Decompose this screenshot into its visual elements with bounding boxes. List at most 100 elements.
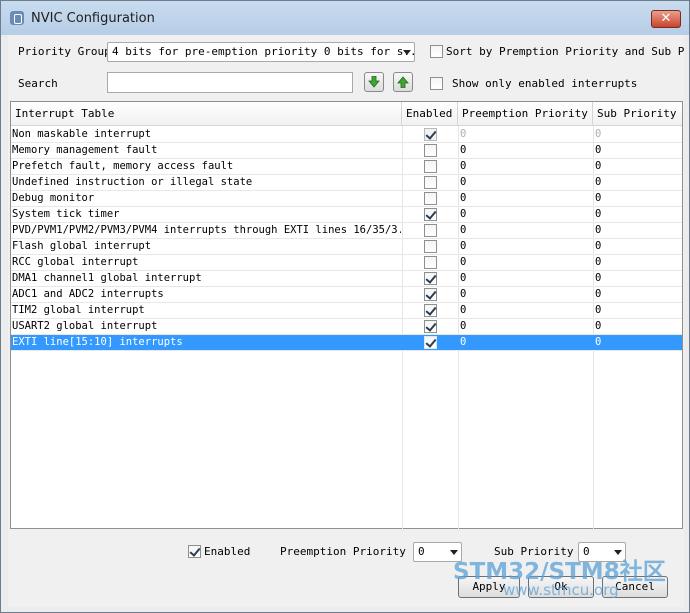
interrupt-enabled-checkbox[interactable] bbox=[424, 224, 437, 237]
sub-priority-cell[interactable]: 0 bbox=[594, 143, 682, 159]
search-next-button[interactable] bbox=[364, 72, 384, 92]
table-row[interactable]: ADC1 and ADC2 interrupts 0 0 bbox=[11, 287, 682, 303]
table-row[interactable]: RCC global interrupt 0 0 bbox=[11, 255, 682, 271]
preemption-priority-cell[interactable]: 0 bbox=[459, 191, 591, 207]
preemption-priority-cell[interactable]: 0 bbox=[459, 303, 591, 319]
interrupt-enabled-checkbox[interactable] bbox=[424, 256, 437, 269]
interrupt-enabled-checkbox[interactable] bbox=[424, 176, 437, 189]
title-bar[interactable]: NVIC Configuration ✕ bbox=[1, 1, 689, 35]
sub-priority-cell[interactable]: 0 bbox=[594, 223, 682, 239]
table-row[interactable]: System tick timer 0 0 bbox=[11, 207, 682, 223]
column-header-enabled[interactable]: Enabled bbox=[402, 102, 458, 126]
show-only-enabled-checkbox[interactable] bbox=[430, 77, 443, 90]
footer-preemption-label: Preemption Priority bbox=[280, 545, 406, 558]
footer-preemption-value: 0 bbox=[418, 545, 425, 558]
preemption-priority-cell[interactable]: 0 bbox=[459, 223, 591, 239]
interrupt-name: Prefetch fault, memory access fault bbox=[12, 160, 234, 172]
interrupt-enabled-checkbox[interactable] bbox=[424, 272, 437, 285]
sub-priority-cell[interactable]: 0 bbox=[594, 319, 682, 335]
interrupt-name: Flash global interrupt bbox=[12, 240, 152, 252]
table-header: Interrupt Table Enabled Preemption Prior… bbox=[11, 102, 682, 126]
preemption-priority-cell[interactable]: 0 bbox=[459, 271, 591, 287]
preemption-priority-cell[interactable]: 0 bbox=[459, 239, 591, 255]
interrupt-name: System tick timer bbox=[12, 208, 120, 220]
preemption-priority-cell: 0 bbox=[460, 128, 467, 140]
priority-group-select[interactable]: 4 bits for pre-emption priority 0 bits f… bbox=[107, 42, 415, 62]
preemption-priority-cell[interactable]: 0 bbox=[459, 143, 591, 159]
dialog-body: Priority Group 4 bits for pre-emption pr… bbox=[8, 35, 684, 607]
green-arrow-up-icon bbox=[397, 76, 409, 88]
sub-priority-cell[interactable]: 0 bbox=[594, 207, 682, 223]
interrupt-enabled-checkbox[interactable] bbox=[424, 336, 437, 349]
preemption-priority-cell[interactable]: 0 bbox=[459, 175, 591, 191]
close-icon: ✕ bbox=[660, 11, 672, 26]
close-button[interactable]: ✕ bbox=[651, 10, 681, 28]
search-input[interactable] bbox=[107, 72, 353, 93]
sub-priority-cell[interactable]: 0 bbox=[594, 271, 682, 287]
sub-priority-cell[interactable]: 0 bbox=[594, 175, 682, 191]
preemption-priority-cell[interactable]: 0 bbox=[459, 159, 591, 175]
table-row[interactable]: TIM2 global interrupt 0 0 bbox=[11, 303, 682, 319]
green-arrow-down-icon bbox=[368, 76, 380, 88]
interrupt-name: PVD/PVM1/PVM2/PVM3/PVM4 interrupts throu… bbox=[12, 224, 401, 236]
column-header-sub-priority[interactable]: Sub Priority bbox=[593, 102, 682, 126]
search-label: Search bbox=[18, 77, 58, 90]
interrupt-table: Interrupt Table Enabled Preemption Prior… bbox=[10, 101, 683, 529]
sub-priority-cell[interactable]: 0 bbox=[594, 159, 682, 175]
interrupt-name: RCC global interrupt bbox=[12, 256, 139, 268]
interrupt-enabled-checkbox[interactable] bbox=[424, 192, 437, 205]
interrupt-name: DMA1 channel1 global interrupt bbox=[12, 272, 202, 284]
priority-group-label: Priority Group bbox=[18, 45, 111, 58]
column-header-preemption[interactable]: Preemption Priority bbox=[458, 102, 593, 126]
table-row[interactable]: Flash global interrupt 0 0 bbox=[11, 239, 682, 255]
chevron-down-icon bbox=[403, 50, 411, 55]
interrupt-name: Memory management fault bbox=[12, 144, 158, 156]
interrupt-enabled-checkbox[interactable] bbox=[424, 208, 437, 221]
sub-priority-cell[interactable]: 0 bbox=[594, 287, 682, 303]
table-row[interactable]: EXTI line[15:10] interrupts 0 0 bbox=[11, 335, 682, 351]
sub-priority-cell[interactable]: 0 bbox=[594, 255, 682, 271]
sort-by-priority-checkbox[interactable] bbox=[430, 45, 443, 58]
interrupt-enabled-checkbox[interactable] bbox=[424, 288, 437, 301]
table-row[interactable]: PVD/PVM1/PVM2/PVM3/PVM4 interrupts throu… bbox=[11, 223, 682, 239]
preemption-priority-cell[interactable]: 0 bbox=[459, 207, 591, 223]
preemption-priority-cell[interactable]: 0 bbox=[459, 287, 591, 303]
interrupt-name: Undefined instruction or illegal state bbox=[12, 176, 253, 188]
show-only-enabled-label: Show only enabled interrupts bbox=[452, 77, 638, 90]
interrupt-enabled-checkbox bbox=[424, 128, 437, 141]
preemption-priority-cell[interactable]: 0 bbox=[459, 255, 591, 271]
sub-priority-cell[interactable]: 0 bbox=[594, 239, 682, 255]
nvic-configuration-dialog: NVIC Configuration ✕ Priority Group 4 bi… bbox=[0, 0, 690, 613]
table-row[interactable]: USART2 global interrupt 0 0 bbox=[11, 319, 682, 335]
table-row[interactable]: Undefined instruction or illegal state 0 0 bbox=[11, 175, 682, 191]
interrupt-enabled-checkbox[interactable] bbox=[424, 304, 437, 317]
sub-priority-cell[interactable]: 0 bbox=[594, 191, 682, 207]
table-row[interactable]: Debug monitor 0 0 bbox=[11, 191, 682, 207]
app-icon bbox=[10, 11, 24, 25]
sub-priority-cell: 0 bbox=[595, 128, 602, 140]
table-row[interactable]: Memory management fault 0 0 bbox=[11, 143, 682, 159]
search-previous-button[interactable] bbox=[393, 72, 413, 92]
interrupt-enabled-checkbox[interactable] bbox=[424, 320, 437, 333]
table-row[interactable]: DMA1 channel1 global interrupt 0 0 bbox=[11, 271, 682, 287]
interrupt-name: TIM2 global interrupt bbox=[12, 304, 145, 316]
interrupt-enabled-checkbox[interactable] bbox=[424, 240, 437, 253]
footer-enabled-checkbox[interactable] bbox=[188, 545, 201, 558]
table-row[interactable]: Non maskable interrupt 0 0 bbox=[11, 127, 682, 143]
table-row[interactable]: Prefetch fault, memory access fault 0 0 bbox=[11, 159, 682, 175]
preemption-priority-cell[interactable]: 0 bbox=[459, 319, 591, 335]
interrupt-name: EXTI line[15:10] interrupts bbox=[12, 336, 183, 348]
footer-enabled-label: Enabled bbox=[204, 545, 251, 558]
sub-priority-cell[interactable]: 0 bbox=[594, 335, 682, 351]
interrupt-enabled-checkbox[interactable] bbox=[424, 160, 437, 173]
sort-by-priority-label: Sort by Premption Priority and Sub Prior bbox=[446, 45, 684, 58]
interrupt-enabled-checkbox[interactable] bbox=[424, 144, 437, 157]
sub-priority-cell[interactable]: 0 bbox=[594, 303, 682, 319]
interrupt-name: ADC1 and ADC2 interrupts bbox=[12, 288, 164, 300]
priority-group-value: 4 bits for pre-emption priority 0 bits f… bbox=[112, 45, 415, 58]
preemption-priority-cell[interactable]: 0 bbox=[459, 335, 591, 351]
interrupt-name: Non maskable interrupt bbox=[12, 128, 152, 140]
window-title: NVIC Configuration bbox=[31, 11, 155, 26]
interrupt-name: USART2 global interrupt bbox=[12, 320, 158, 332]
column-header-interrupt[interactable]: Interrupt Table bbox=[11, 102, 402, 126]
